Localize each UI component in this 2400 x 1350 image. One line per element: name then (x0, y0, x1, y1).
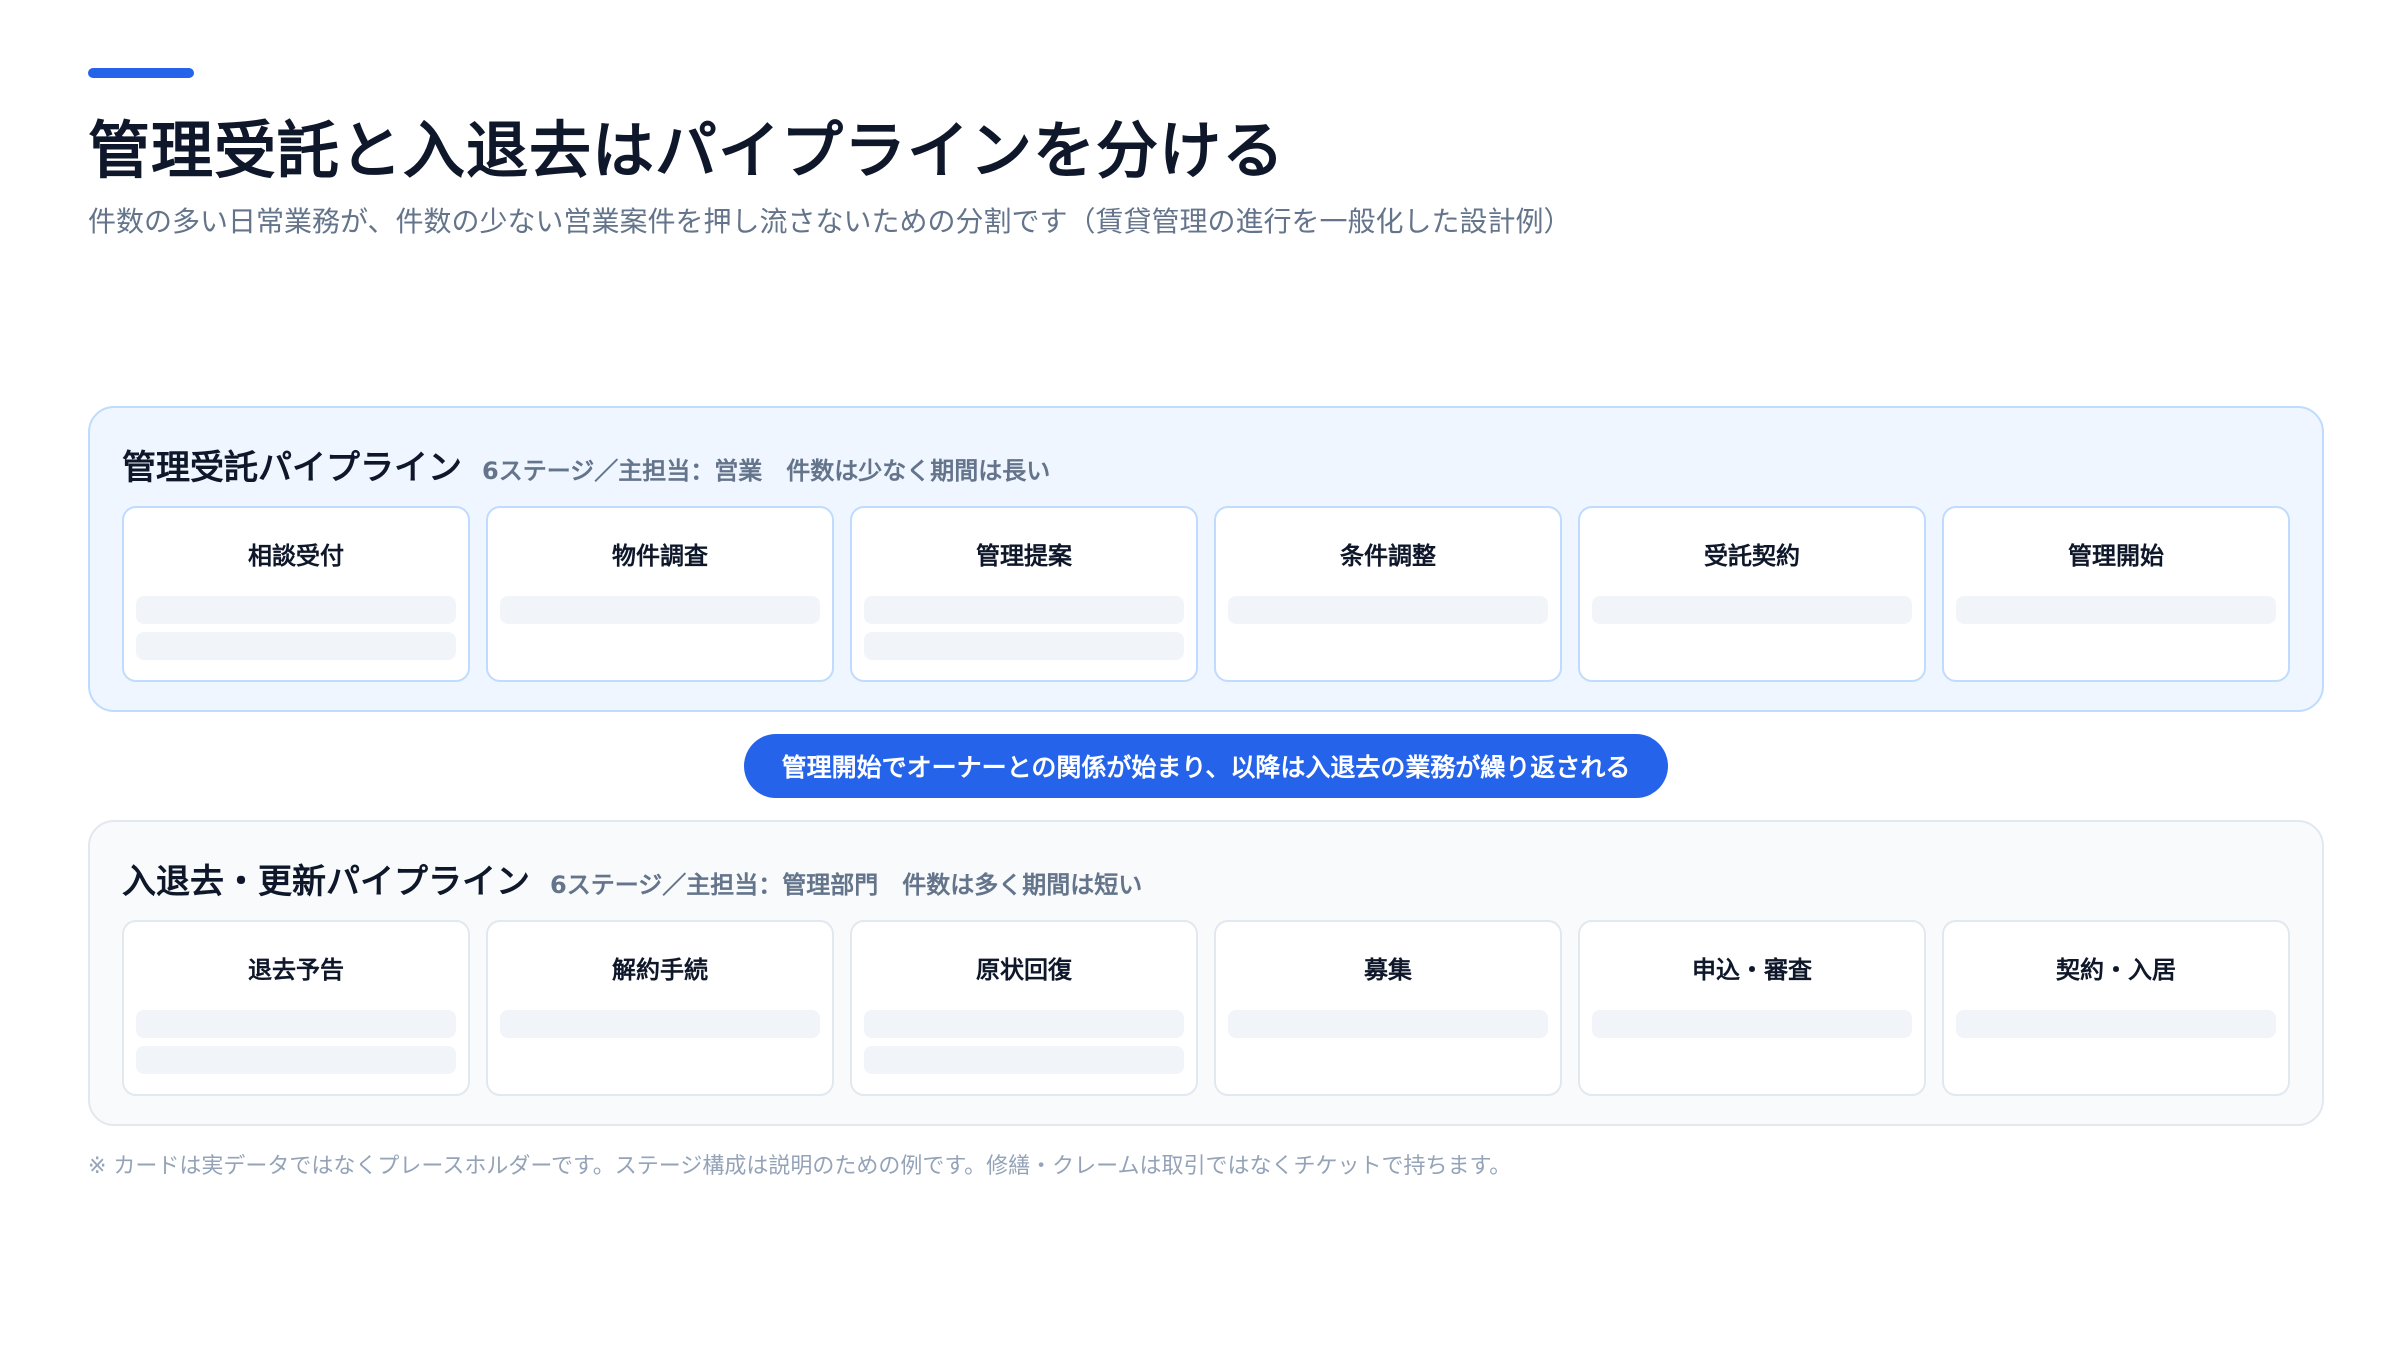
stage-label: 募集 (1364, 956, 1412, 984)
placeholder-line (1592, 1010, 1912, 1038)
placeholder-line (500, 1010, 820, 1038)
pipeline-title: 管理受託パイプライン (122, 448, 462, 488)
stage-card: 管理開始 (1942, 506, 2290, 682)
placeholder-line (864, 1010, 1184, 1038)
stage-label: 受託契約 (1704, 542, 1800, 570)
stage-label: 相談受付 (248, 542, 344, 570)
placeholder-line (864, 596, 1184, 624)
stage-card: 受託契約 (1578, 506, 1926, 682)
pipeline-meta: 6ステージ／主担当：管理部門 件数は多く期間は短い (550, 871, 1143, 899)
pipeline-move-in-out: 入退去・更新パイプライン 6ステージ／主担当：管理部門 件数は多く期間は短い 退… (88, 820, 2324, 1126)
accent-bar (88, 68, 194, 78)
stage-label: 物件調査 (612, 542, 708, 570)
placeholder-line (864, 632, 1184, 660)
placeholder-line (1228, 596, 1548, 624)
stage-card: 相談受付 (122, 506, 470, 682)
pipeline-header: 管理受託パイプライン 6ステージ／主担当：営業 件数は少なく期間は長い (122, 440, 1050, 489)
placeholder-line (500, 596, 820, 624)
page-title: 管理受託と入退去はパイプラインを分ける (88, 114, 1286, 187)
stage-label: 管理提案 (976, 542, 1072, 570)
stage-card: 物件調査 (486, 506, 834, 682)
slide: 管理受託と入退去はパイプラインを分ける 件数の多い日常業務が、件数の少ない営業案… (0, 0, 2400, 1350)
page-subtitle: 件数の多い日常業務が、件数の少ない営業案件を押し流さないための分割です（賃貸管理… (88, 205, 1572, 238)
pipeline-meta: 6ステージ／主担当：営業 件数は少なく期間は長い (482, 457, 1051, 485)
stage-card: 解約手続 (486, 920, 834, 1096)
pipeline-header: 入退去・更新パイプライン 6ステージ／主担当：管理部門 件数は多く期間は短い (122, 854, 1142, 903)
stage-card: 原状回復 (850, 920, 1198, 1096)
stage-label: 管理開始 (2068, 542, 2164, 570)
stage-list: 相談受付 物件調査 管理提案 条件調整 受託契約 管理開始 (122, 506, 2290, 682)
placeholder-line (1592, 596, 1912, 624)
stage-label: 条件調整 (1340, 542, 1436, 570)
stage-card: 退去予告 (122, 920, 470, 1096)
placeholder-line (136, 1010, 456, 1038)
stage-label: 原状回復 (976, 956, 1072, 984)
placeholder-line (136, 596, 456, 624)
pipeline-management-contract: 管理受託パイプライン 6ステージ／主担当：営業 件数は少なく期間は長い 相談受付… (88, 406, 2324, 712)
placeholder-line (136, 632, 456, 660)
stage-card: 契約・入居 (1942, 920, 2290, 1096)
stage-card: 申込・審査 (1578, 920, 1926, 1096)
placeholder-line (136, 1046, 456, 1074)
stage-card: 管理提案 (850, 506, 1198, 682)
stage-label: 契約・入居 (2056, 956, 2176, 984)
pipeline-title: 入退去・更新パイプライン (122, 862, 530, 902)
placeholder-line (864, 1046, 1184, 1074)
stage-label: 申込・審査 (1692, 956, 1812, 984)
placeholder-line (1228, 1010, 1548, 1038)
stage-list: 退去予告 解約手続 原状回復 募集 申込・審査 契約・入居 (122, 920, 2290, 1096)
connector-pill: 管理開始でオーナーとの関係が始まり、以降は入退去の業務が繰り返される (744, 734, 1668, 798)
placeholder-line (1956, 596, 2276, 624)
stage-label: 退去予告 (248, 956, 344, 984)
stage-card: 条件調整 (1214, 506, 1562, 682)
stage-label: 解約手続 (612, 956, 708, 984)
stage-card: 募集 (1214, 920, 1562, 1096)
footnote: ※ カードは実データではなくプレースホルダーです。ステージ構成は説明のための例で… (88, 1154, 1512, 1179)
placeholder-line (1956, 1010, 2276, 1038)
